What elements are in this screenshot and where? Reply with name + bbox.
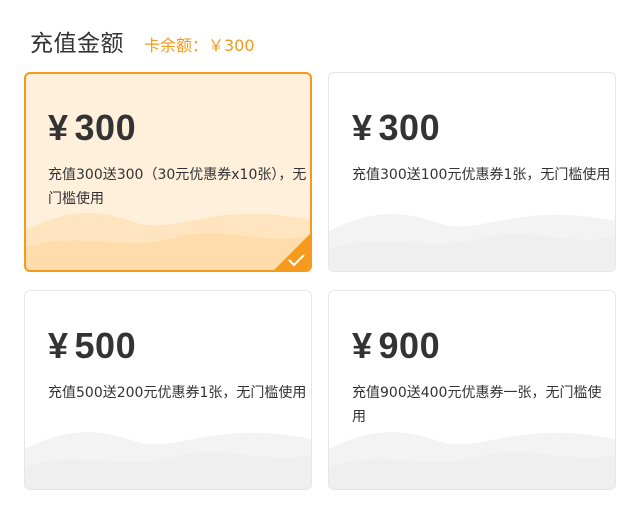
recharge-option-3[interactable]: ¥500 充值500送200元优惠券1张，无门槛使用 [24,290,312,490]
wave-decoration [25,431,311,489]
yen-symbol: ¥ [48,107,69,148]
option-amount: ¥300 [48,107,136,149]
option-amount: ¥900 [352,325,440,367]
option-description: 充值300送100元优惠券1张，无门槛使用 [352,167,611,183]
wave-decoration [329,213,615,271]
option-description: 充值900送400元优惠券一张，无门槛使用 [352,385,602,425]
option-amount: ¥500 [48,325,136,367]
amount-value: 500 [74,325,137,366]
option-description: 充值500送200元优惠券1张，无门槛使用 [48,385,307,401]
recharge-option-2[interactable]: ¥300 充值300送100元优惠券1张，无门槛使用 [328,72,616,272]
option-amount: ¥300 [352,107,440,149]
yen-symbol: ¥ [352,107,373,148]
yen-symbol: ¥ [48,325,69,366]
checkmark-icon [274,234,310,270]
amount-value: 300 [378,107,441,148]
card-balance: 卡余额：￥300 [144,36,255,55]
recharge-option-1[interactable]: ¥300 充值300送300（30元优惠券x10张），无门槛使用 [24,72,312,272]
amount-value: 300 [74,107,137,148]
yen-symbol: ¥ [352,325,373,366]
recharge-header: 充值金额 卡余额：￥300 [30,24,255,57]
option-description: 充值300送300（30元优惠券x10张），无门槛使用 [48,167,307,207]
page-title: 充值金额 [30,31,124,57]
amount-value: 900 [378,325,441,366]
recharge-option-4[interactable]: ¥900 充值900送400元优惠券一张，无门槛使用 [328,290,616,490]
